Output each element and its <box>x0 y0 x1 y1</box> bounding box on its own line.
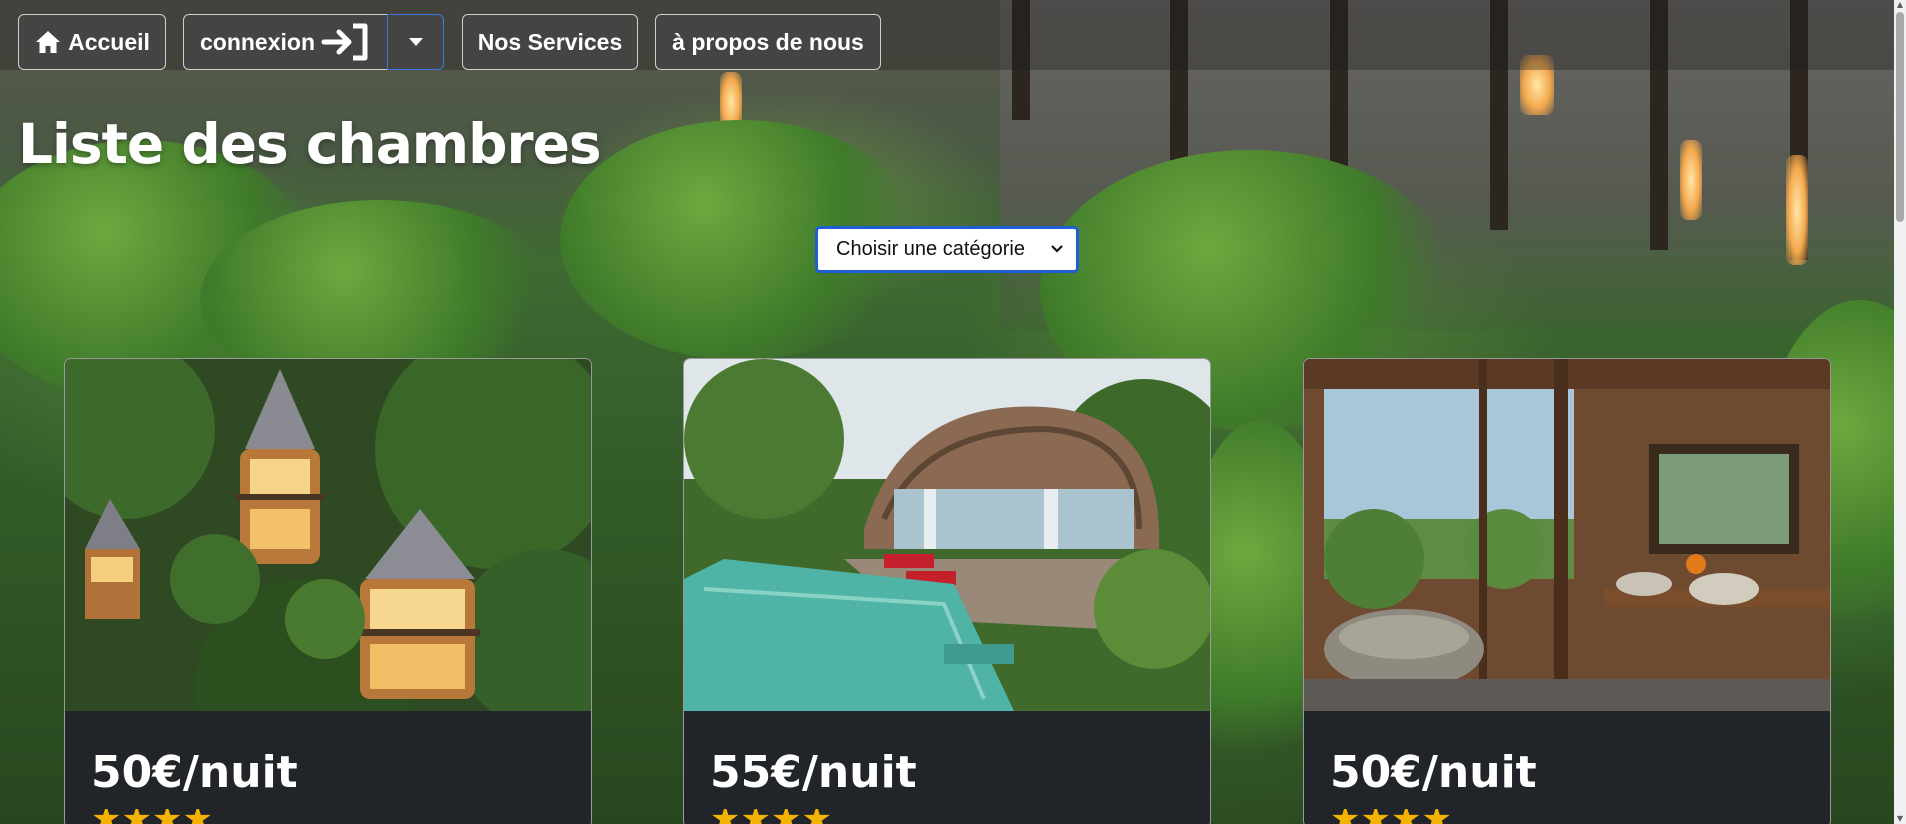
room-rating: ★★★★ <box>710 809 832 824</box>
services-label: Nos Services <box>477 28 623 55</box>
login-icon <box>321 23 368 61</box>
page-scrollbar[interactable]: ▲ ▼ <box>1894 0 1906 824</box>
login-dropdown-toggle[interactable] <box>387 14 444 70</box>
room-photo-treehouse <box>65 359 591 711</box>
login-button[interactable]: connexion <box>183 14 388 70</box>
caret-down-icon <box>408 38 423 46</box>
chevron-down-icon <box>1051 245 1063 253</box>
scrollbar-thumb[interactable] <box>1896 12 1904 222</box>
room-price: 55€/nuit <box>710 747 917 798</box>
room-photo-jungle-bathroom <box>1304 359 1830 711</box>
scroll-up-icon[interactable]: ▲ <box>1896 1 1904 9</box>
about-label: à propos de nous <box>672 28 864 55</box>
home-icon <box>36 31 61 53</box>
lantern <box>1680 140 1702 220</box>
login-label: connexion <box>199 28 315 55</box>
room-rating: ★★★★ <box>1330 809 1452 824</box>
about-button[interactable]: à propos de nous <box>655 14 881 70</box>
room-photo-pool-villa <box>684 359 1210 711</box>
scroll-down-icon[interactable]: ▼ <box>1896 815 1904 823</box>
home-button[interactable]: Accueil <box>18 14 166 70</box>
page-title: Liste des chambres <box>18 112 602 176</box>
lantern <box>1786 155 1808 265</box>
room-price: 50€/nuit <box>91 747 298 798</box>
services-button[interactable]: Nos Services <box>462 14 638 70</box>
room-card[interactable]: 55€/nuit ★★★★ <box>683 358 1211 824</box>
room-card[interactable]: 50€/nuit ★★★★ <box>1303 358 1831 824</box>
room-rating: ★★★★ <box>91 809 213 824</box>
category-select-value: Choisir une catégorie <box>836 238 1025 260</box>
navbar: Accueil connexion Nos Services à propos … <box>0 0 1906 70</box>
room-card[interactable]: 50€/nuit ★★★★ <box>64 358 592 824</box>
home-label: Accueil <box>68 28 150 55</box>
category-select[interactable]: Choisir une catégorie <box>815 226 1079 273</box>
room-price: 50€/nuit <box>1330 747 1537 798</box>
